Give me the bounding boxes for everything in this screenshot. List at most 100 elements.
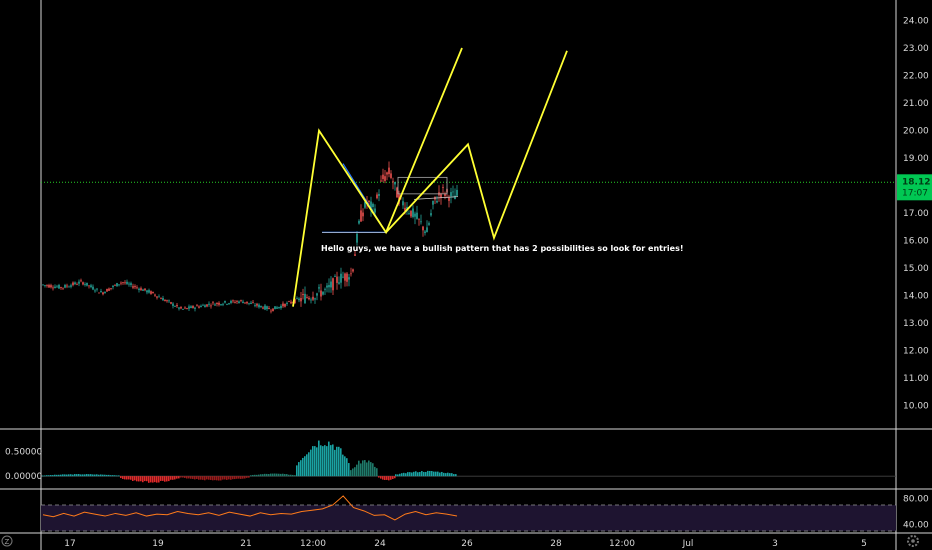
candle-body[interactable] bbox=[126, 281, 128, 284]
oscillator-bar[interactable] bbox=[451, 473, 453, 477]
candle-body[interactable] bbox=[90, 285, 92, 288]
candle-body[interactable] bbox=[278, 306, 280, 308]
candle-body[interactable] bbox=[194, 307, 196, 309]
oscillator-bar[interactable] bbox=[342, 454, 344, 477]
candle-body[interactable] bbox=[330, 281, 332, 288]
oscillator-bar[interactable] bbox=[70, 474, 72, 477]
candle-body[interactable] bbox=[450, 192, 452, 197]
oscillator-bar[interactable] bbox=[240, 476, 242, 479]
oscillator-bar[interactable] bbox=[152, 476, 154, 483]
oscillator-bar[interactable] bbox=[336, 446, 338, 477]
oscillator-bar[interactable] bbox=[104, 474, 106, 477]
oscillator-bar[interactable] bbox=[42, 475, 44, 477]
oscillator-bar[interactable] bbox=[160, 476, 162, 481]
oscillator-bar[interactable] bbox=[362, 460, 364, 477]
oscillator-bar[interactable] bbox=[60, 474, 62, 477]
oscillator-bar[interactable] bbox=[354, 467, 356, 477]
candle-body[interactable] bbox=[348, 277, 350, 280]
oscillator-bar[interactable] bbox=[378, 476, 380, 478]
candle-body[interactable] bbox=[64, 285, 66, 288]
oscillator-bar[interactable] bbox=[208, 476, 210, 480]
candle-body[interactable] bbox=[426, 227, 428, 233]
candle-body[interactable] bbox=[214, 304, 216, 306]
candle-body[interactable] bbox=[208, 303, 210, 305]
candle-body[interactable] bbox=[408, 212, 410, 214]
oscillator-bar[interactable] bbox=[122, 476, 124, 479]
oscillator-bar[interactable] bbox=[382, 476, 384, 480]
candle-body[interactable] bbox=[160, 298, 162, 300]
candle-body[interactable] bbox=[362, 212, 364, 217]
candle-body[interactable] bbox=[424, 231, 426, 234]
oscillator-bar[interactable] bbox=[52, 475, 54, 477]
candle-body[interactable] bbox=[70, 285, 72, 287]
candle-body[interactable] bbox=[416, 212, 418, 219]
candle-body[interactable] bbox=[264, 305, 266, 310]
oscillator-bar[interactable] bbox=[148, 476, 150, 483]
candle-body[interactable] bbox=[202, 304, 204, 306]
candle-body[interactable] bbox=[148, 290, 150, 293]
candle-body[interactable] bbox=[376, 194, 378, 199]
candle-body[interactable] bbox=[132, 286, 134, 288]
candle-body[interactable] bbox=[104, 291, 106, 294]
oscillator-bar[interactable] bbox=[366, 462, 368, 477]
oscillator-bar[interactable] bbox=[130, 476, 132, 480]
candle-body[interactable] bbox=[374, 208, 376, 213]
oscillator-bar[interactable] bbox=[214, 476, 216, 481]
candle-body[interactable] bbox=[224, 300, 226, 303]
candle-body[interactable] bbox=[452, 191, 454, 193]
oscillator-bar[interactable] bbox=[447, 472, 449, 477]
oscillator-bar[interactable] bbox=[216, 476, 218, 481]
candle-body[interactable] bbox=[76, 284, 78, 286]
candle-body[interactable] bbox=[346, 273, 348, 282]
candle-body[interactable] bbox=[102, 292, 104, 295]
oscillator-bar[interactable] bbox=[196, 476, 198, 479]
oscillator-bar[interactable] bbox=[100, 474, 102, 477]
oscillator-bar[interactable] bbox=[427, 470, 429, 477]
oscillator-bar[interactable] bbox=[380, 476, 382, 479]
oscillator-bar[interactable] bbox=[114, 475, 116, 477]
oscillator-bar[interactable] bbox=[74, 474, 76, 477]
oscillator-bar[interactable] bbox=[50, 475, 52, 477]
candle-body[interactable] bbox=[396, 187, 398, 198]
oscillator-bar[interactable] bbox=[174, 476, 176, 480]
candle-body[interactable] bbox=[296, 298, 298, 300]
oscillator-bar[interactable] bbox=[300, 460, 302, 477]
candle-body[interactable] bbox=[190, 306, 192, 308]
candle-body[interactable] bbox=[286, 302, 288, 304]
candle-body[interactable] bbox=[56, 286, 58, 288]
candle-body[interactable] bbox=[318, 287, 320, 289]
oscillator-bar[interactable] bbox=[204, 476, 206, 481]
candle-body[interactable] bbox=[58, 285, 60, 289]
oscillator-bar[interactable] bbox=[246, 476, 248, 478]
oscillator-bar[interactable] bbox=[146, 476, 148, 482]
oscillator-bar[interactable] bbox=[140, 476, 142, 482]
oscillator-bar[interactable] bbox=[441, 471, 443, 477]
candle-body[interactable] bbox=[66, 285, 68, 287]
candle-body[interactable] bbox=[238, 301, 240, 304]
oscillator-bar[interactable] bbox=[346, 458, 348, 477]
candle-body[interactable] bbox=[198, 306, 200, 308]
candle-body[interactable] bbox=[242, 301, 244, 304]
candle-body[interactable] bbox=[108, 288, 110, 291]
candle-body[interactable] bbox=[78, 281, 80, 284]
candle-body[interactable] bbox=[216, 302, 218, 305]
oscillator-bar[interactable] bbox=[326, 446, 328, 477]
oscillator-bar[interactable] bbox=[62, 474, 64, 477]
candle-body[interactable] bbox=[174, 306, 176, 307]
candle-body[interactable] bbox=[360, 210, 362, 222]
oscillator-bar[interactable] bbox=[394, 476, 396, 479]
oscillator-bar[interactable] bbox=[397, 474, 399, 477]
oscillator-bar[interactable] bbox=[282, 473, 284, 477]
candle-body[interactable] bbox=[72, 282, 74, 286]
candle-body[interactable] bbox=[258, 304, 260, 308]
candle-body[interactable] bbox=[320, 290, 322, 297]
candle-body[interactable] bbox=[178, 307, 180, 309]
oscillator-bar[interactable] bbox=[94, 474, 96, 477]
candle-body[interactable] bbox=[222, 303, 224, 305]
candle-body[interactable] bbox=[356, 233, 358, 243]
oscillator-bar[interactable] bbox=[290, 474, 292, 477]
oscillator-bar[interactable] bbox=[64, 474, 66, 477]
oscillator-bar[interactable] bbox=[262, 474, 264, 477]
oscillator-bar[interactable] bbox=[370, 462, 372, 477]
candle-body[interactable] bbox=[334, 276, 336, 277]
